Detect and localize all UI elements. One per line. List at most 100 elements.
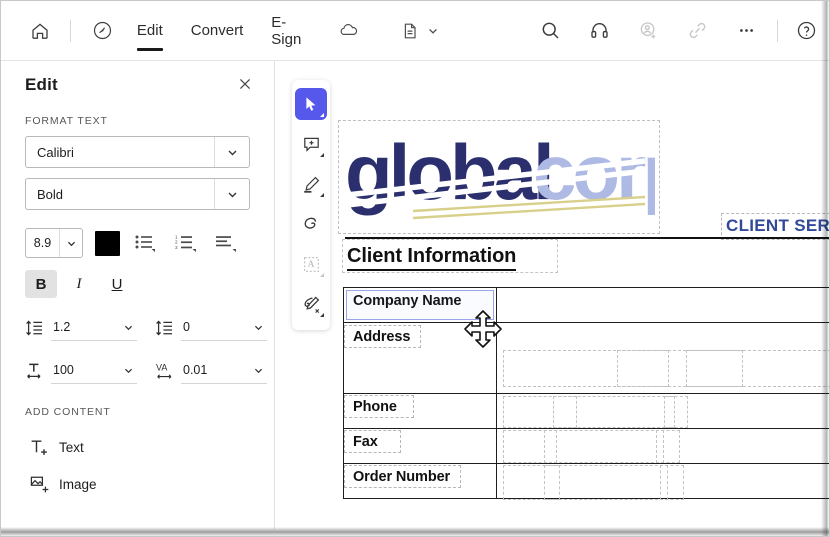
add-text-button[interactable]: Text [1,427,274,457]
chevron-down-icon[interactable] [119,365,137,376]
table-row[interactable]: Company Name [343,287,829,323]
toolbar-left-group: Edit Convert E-Sign [1,1,327,61]
headphones-icon[interactable] [582,14,616,48]
phone-input-subregion-2[interactable] [664,396,688,428]
dropdown-corner-icon [320,153,324,157]
table-row[interactable]: Address [343,322,829,394]
toolbar-divider [70,19,72,42]
horizontal-scale-value: 100 [53,363,74,377]
table-cell-value[interactable] [496,322,829,394]
toolbar-right-group [327,1,829,61]
order-number-input-subregion[interactable] [544,465,668,500]
draw-tool[interactable] [295,208,327,240]
character-spacing-field[interactable]: 0.01 [181,357,267,384]
table-cell-value[interactable] [496,287,829,323]
chevron-down-icon[interactable] [249,322,267,333]
client-information-heading[interactable]: Client Information [347,245,516,271]
dropdown-corner-icon [320,313,324,317]
phone-input-region[interactable] [503,396,577,428]
sign-tool[interactable] [295,288,327,320]
line-spacing-field[interactable]: 1.2 [51,314,137,341]
annotation-toolbar: A [292,80,330,330]
tab-edit-label: Edit [136,22,163,39]
address-input-subregion[interactable] [617,350,669,387]
chevron-down-icon[interactable] [214,179,249,209]
top-toolbar: Edit Convert E-Sign [1,1,829,61]
more-icon[interactable] [729,14,763,48]
table-cell-label[interactable]: Phone [343,393,497,429]
link-icon[interactable] [680,14,714,48]
add-image-button[interactable]: Image [1,457,274,494]
fax-input-subregion-2[interactable] [656,430,680,463]
font-style-select[interactable]: Bold [25,178,250,210]
underline-button[interactable]: U [101,270,133,298]
character-spacing-value: 0.01 [183,363,208,377]
tab-edit[interactable]: Edit [123,1,177,61]
table-cell-value[interactable] [496,463,829,500]
italic-button[interactable]: I [63,270,95,298]
bold-button[interactable]: B [25,270,57,298]
comment-tool[interactable] [295,128,327,160]
tab-esign-label: E-Sign [271,13,302,48]
tab-esign[interactable]: E-Sign [257,1,327,61]
add-person-icon[interactable] [631,14,665,48]
order-number-input-region[interactable] [503,465,560,500]
horizontal-scale-field[interactable]: 100 [51,357,137,384]
table-cell-label[interactable]: Order Number [343,463,497,499]
phone-input-subregion[interactable] [553,396,675,428]
font-size-stepper[interactable]: 8.9 [25,228,83,258]
fax-input-subregion[interactable] [544,430,664,463]
align-icon[interactable] [210,229,240,257]
character-spacing-control[interactable]: VA 0.01 [155,357,267,384]
address-input-region[interactable] [503,350,829,387]
tab-convert[interactable]: Convert [177,1,258,61]
paragraph-spacing-field[interactable]: 0 [181,314,267,341]
highlight-tool[interactable] [295,168,327,200]
chevron-down-icon[interactable] [214,137,249,167]
select-tool[interactable] [295,88,327,120]
table-cell-label[interactable]: Fax [343,428,497,464]
chevron-down-icon[interactable] [249,365,267,376]
line-spacing-icon [25,319,51,337]
paragraph-spacing-icon [155,319,181,337]
line-spacing-value: 1.2 [53,320,71,334]
chevron-down-icon[interactable] [59,229,82,257]
numbered-list-icon[interactable]: 1 2 3 [170,229,200,257]
paragraph-spacing-control[interactable]: 0 [155,314,267,341]
fax-input-region[interactable] [503,430,557,463]
text-color-swatch[interactable] [95,230,120,256]
horizontal-scale-icon [25,361,51,381]
font-family-value: Calibri [37,144,74,160]
dropdown-corner-icon [320,193,324,197]
order-number-input-subregion-2[interactable] [660,465,684,500]
underline-label: U [111,275,123,293]
close-icon[interactable] [238,77,252,94]
line-spacing-control[interactable]: 1.2 [25,314,137,341]
table-cell-value[interactable] [496,428,829,464]
logo-block[interactable]: global corp [338,120,660,234]
client-service-heading[interactable]: CLIENT SERVICE [721,213,829,240]
address-input-subregion-2[interactable] [686,350,743,387]
chevron-down-icon[interactable] [119,322,137,333]
help-icon[interactable] [789,14,823,48]
table-cell-value[interactable] [496,393,829,429]
bullet-list-icon[interactable] [130,229,160,257]
cloud-icon[interactable] [332,14,366,48]
table-row[interactable]: Fax [343,428,829,464]
text-select-tool[interactable]: A [295,248,327,280]
order-number-label: Order Number [343,465,462,488]
add-text-label: Text [59,439,84,455]
font-family-select[interactable]: Calibri [25,136,250,168]
home-icon[interactable] [24,14,55,48]
search-icon[interactable] [533,14,567,48]
font-size-row: 8.9 1 2 3 [1,220,274,258]
table-row[interactable]: Order Number [343,463,829,500]
table-row[interactable]: Phone [343,393,829,429]
document-canvas: A global corp [275,61,829,529]
toolbar-divider-right [777,19,778,42]
recent-icon[interactable] [86,14,117,48]
horizontal-scale-control[interactable]: 100 [25,357,137,384]
chevron-down-icon[interactable] [424,14,442,48]
format-text-label: FORMAT TEXT [25,115,108,127]
document-icon[interactable] [393,14,427,48]
